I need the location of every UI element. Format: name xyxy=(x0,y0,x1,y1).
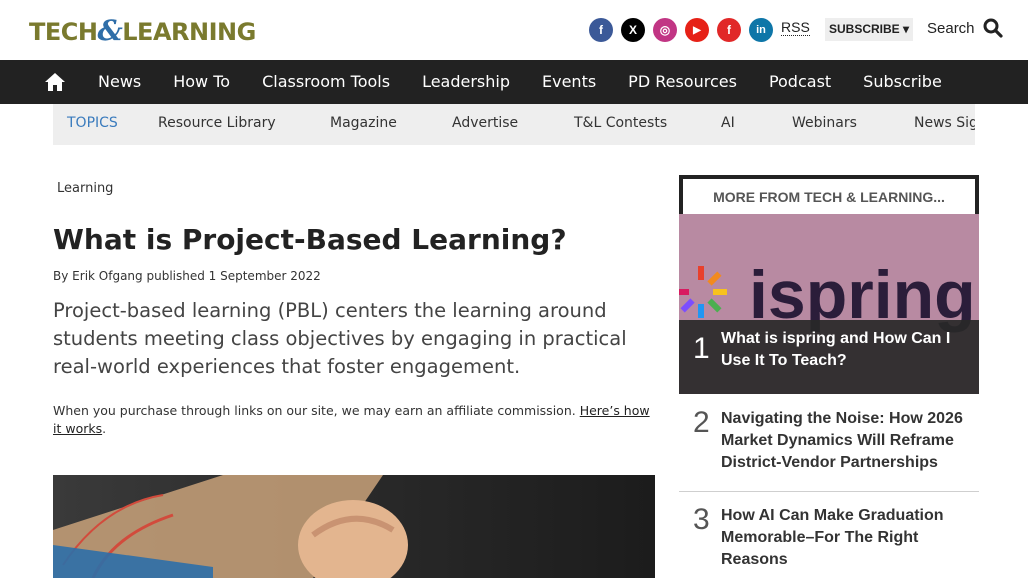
sidebar-heading: MORE FROM TECH & LEARNING... xyxy=(679,175,979,214)
affiliate-period: . xyxy=(102,421,107,436)
feature-rank: 1 xyxy=(693,332,710,365)
sidebar-feature-card[interactable]: ispring 1 What is ispring and How Can I … xyxy=(679,214,979,394)
flipboard-icon[interactable]: f xyxy=(717,18,741,42)
nav-item-podcast[interactable]: Podcast xyxy=(753,60,847,104)
feature-title[interactable]: What is ispring and How Can I Use It To … xyxy=(721,328,966,372)
topic-webinars[interactable]: Webinars xyxy=(792,104,857,142)
search-label: Search xyxy=(927,19,975,37)
facebook-icon[interactable]: f xyxy=(589,18,613,42)
page-title: What is Project-Based Learning? xyxy=(53,223,567,256)
affiliate-disclaimer: When you purchase through links on our s… xyxy=(53,402,653,438)
item-rank: 2 xyxy=(693,406,710,439)
item-rank: 3 xyxy=(693,503,710,536)
author-link[interactable]: Erik Ofgang xyxy=(72,269,142,283)
published-date: published 1 September 2022 xyxy=(146,269,321,283)
subscribe-label: SUBSCRIBE xyxy=(829,22,900,36)
byline: By Erik Ofgang published 1 September 202… xyxy=(53,269,321,283)
hero-photo xyxy=(53,475,655,578)
topics-bar: TOPICS Resource Library Magazine Adverti… xyxy=(53,104,975,145)
site-logo[interactable]: TECH&LEARNING xyxy=(29,14,256,47)
search-icon xyxy=(983,18,1003,38)
nav-item-how-to[interactable]: How To xyxy=(157,60,246,104)
main-nav: News How To Classroom Tools Leadership E… xyxy=(0,60,1028,104)
topic-ai[interactable]: AI xyxy=(721,104,735,142)
sidebar-divider xyxy=(679,491,979,492)
affiliate-text: When you purchase through links on our s… xyxy=(53,403,576,418)
topics-label: TOPICS xyxy=(67,115,118,131)
search-button[interactable]: Search xyxy=(927,18,1003,38)
topic-resource-library[interactable]: Resource Library xyxy=(158,104,276,142)
rss-link[interactable]: RSS xyxy=(781,20,810,36)
nav-items: News How To Classroom Tools Leadership E… xyxy=(82,60,958,104)
subscribe-dropdown[interactable]: SUBSCRIBE ▾ xyxy=(825,18,914,41)
x-icon[interactable]: X xyxy=(621,18,645,42)
instagram-icon[interactable]: ◎ xyxy=(653,18,677,42)
feature-caption: 1 What is ispring and How Can I Use It T… xyxy=(679,320,979,394)
nav-item-subscribe[interactable]: Subscribe xyxy=(847,60,958,104)
linkedin-icon[interactable]: in xyxy=(749,18,773,42)
article-standfirst: Project-based learning (PBL) centers the… xyxy=(53,299,627,378)
topic-tl-contests[interactable]: T&L Contests xyxy=(574,104,667,142)
chevron-down-icon: ▾ xyxy=(899,22,910,36)
topic-magazine[interactable]: Magazine xyxy=(330,104,397,142)
logo-text-learning: LEARNING xyxy=(122,18,256,46)
hero-image xyxy=(53,475,655,578)
byline-prefix: By xyxy=(53,269,69,283)
nav-item-news[interactable]: News xyxy=(82,60,157,104)
topic-advertise[interactable]: Advertise xyxy=(452,104,518,142)
youtube-icon[interactable]: ▶ xyxy=(685,18,709,42)
home-icon[interactable] xyxy=(44,71,66,93)
social-links: f X ◎ ▶ f in xyxy=(589,18,773,42)
logo-text-tech: TECH xyxy=(29,18,98,46)
nav-item-events[interactable]: Events xyxy=(526,60,612,104)
breadcrumb[interactable]: Learning xyxy=(57,181,113,196)
item-title[interactable]: Navigating the Noise: How 2026 Market Dy… xyxy=(721,408,971,474)
nav-item-classroom-tools[interactable]: Classroom Tools xyxy=(246,60,406,104)
logo-ampersand: & xyxy=(97,14,123,47)
sidebar-more-from: MORE FROM TECH & LEARNING... ispring 1 W… xyxy=(679,175,979,578)
topic-news-signup[interactable]: News Sig xyxy=(914,104,975,142)
nav-item-leadership[interactable]: Leadership xyxy=(406,60,526,104)
nav-item-pd-resources[interactable]: PD Resources xyxy=(612,60,753,104)
item-title[interactable]: How AI Can Make Graduation Memorable–For… xyxy=(721,505,971,571)
site-header: TECH&LEARNING f X ◎ ▶ f in RSS SUBSCRIBE… xyxy=(0,0,1028,60)
